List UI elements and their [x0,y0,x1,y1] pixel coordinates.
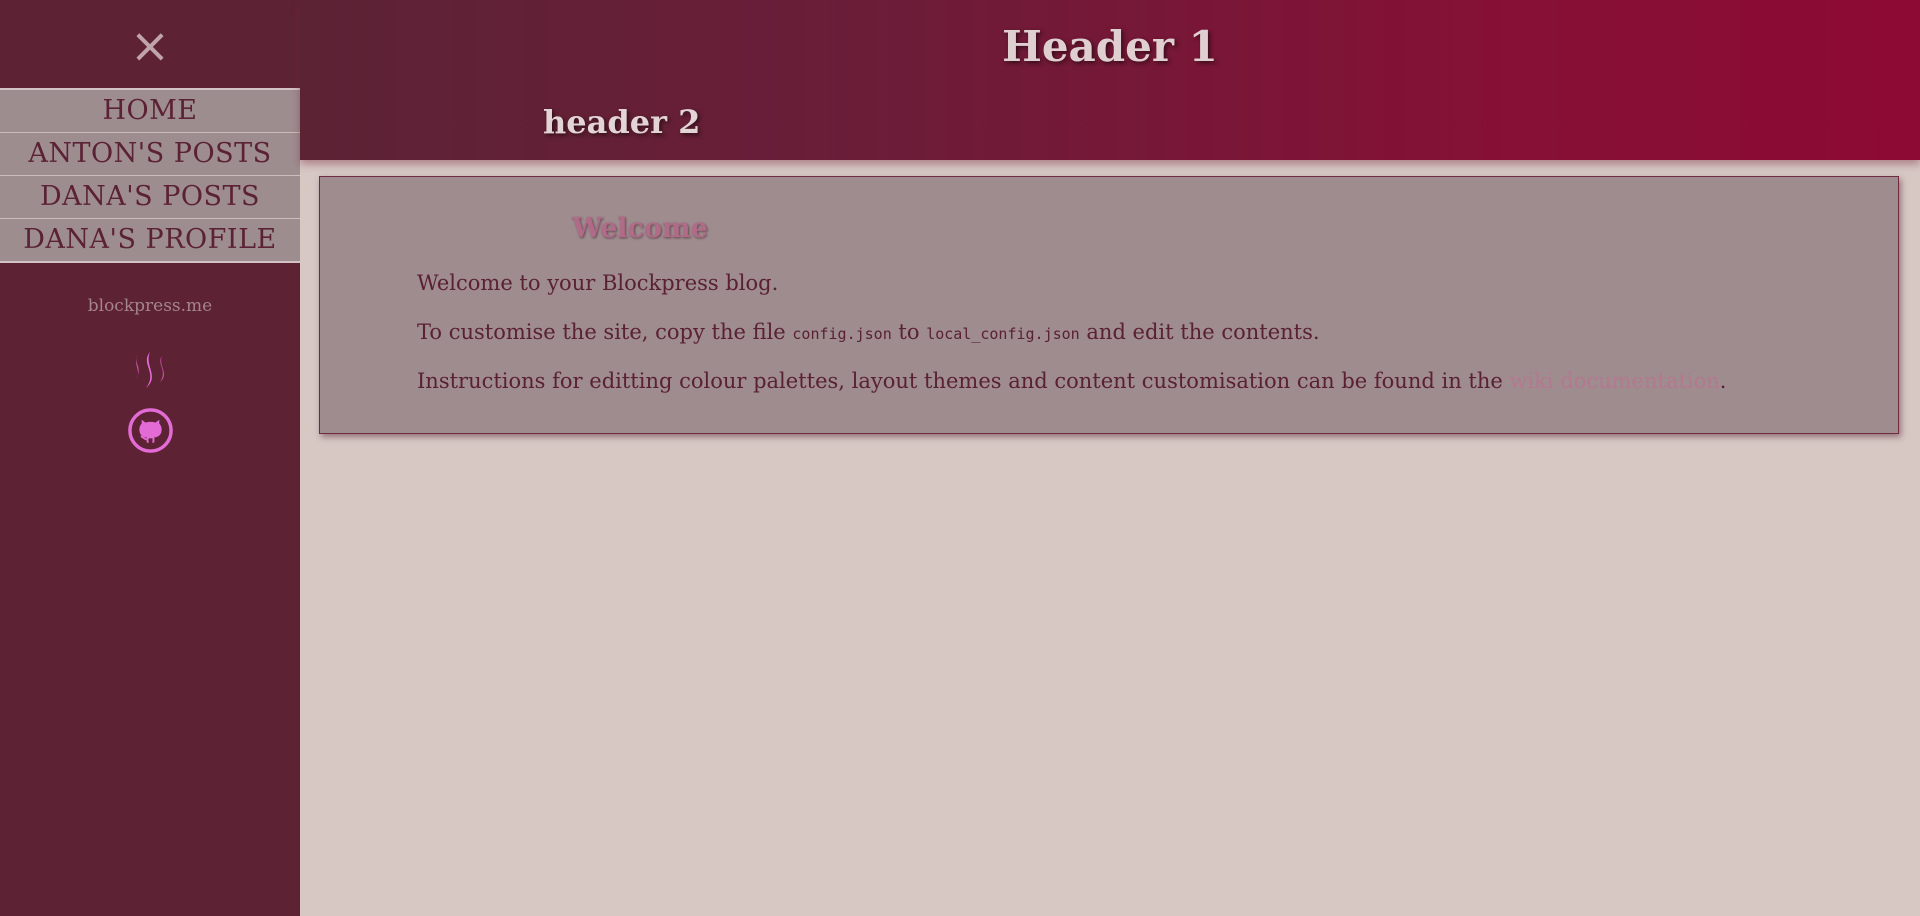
sidebar-item-home[interactable]: HOME [0,90,300,133]
welcome-paragraph: Welcome to your Blockpress blog. [417,271,779,295]
instructions-paragraph: Instructions for editting colour palette… [417,369,1726,393]
config-paragraph: To customise the site, copy the file con… [417,320,1320,344]
steem-icon[interactable] [130,350,172,390]
sidebar-item-danas-posts[interactable]: DANA'S POSTS [0,176,300,219]
sidebar-item-danas-profile[interactable]: DANA'S PROFILE [0,219,300,261]
local-config-filename: local_config.json [926,325,1080,343]
config-text-middle: to [891,320,927,344]
config-text-after: and edit the contents. [1079,320,1320,344]
instructions-text-before: Instructions for editting colour palette… [417,369,1510,393]
page-header: Header 1 header 2 [300,0,1920,160]
welcome-card: Welcome Welcome to your Blockpress blog.… [319,176,1899,434]
card-heading: Welcome [572,213,708,244]
app-root: × HOME ANTON'S POSTS DANA'S POSTS DANA'S… [0,0,1920,916]
sidebar: × HOME ANTON'S POSTS DANA'S POSTS DANA'S… [0,0,300,916]
page-subtitle: header 2 [543,103,701,141]
site-link[interactable]: blockpress.me [0,296,300,316]
instructions-text-after: . [1719,369,1727,393]
config-text-before: To customise the site, copy the file [417,320,793,344]
sidebar-nav: HOME ANTON'S POSTS DANA'S POSTS DANA'S P… [0,88,300,263]
sidebar-item-antons-posts[interactable]: ANTON'S POSTS [0,133,300,176]
config-filename: config.json [792,325,892,343]
page-title: Header 1 [1002,22,1218,71]
wiki-documentation-link[interactable]: wiki documentation [1509,369,1719,393]
close-icon[interactable]: × [126,22,174,70]
github-icon[interactable] [127,407,174,454]
